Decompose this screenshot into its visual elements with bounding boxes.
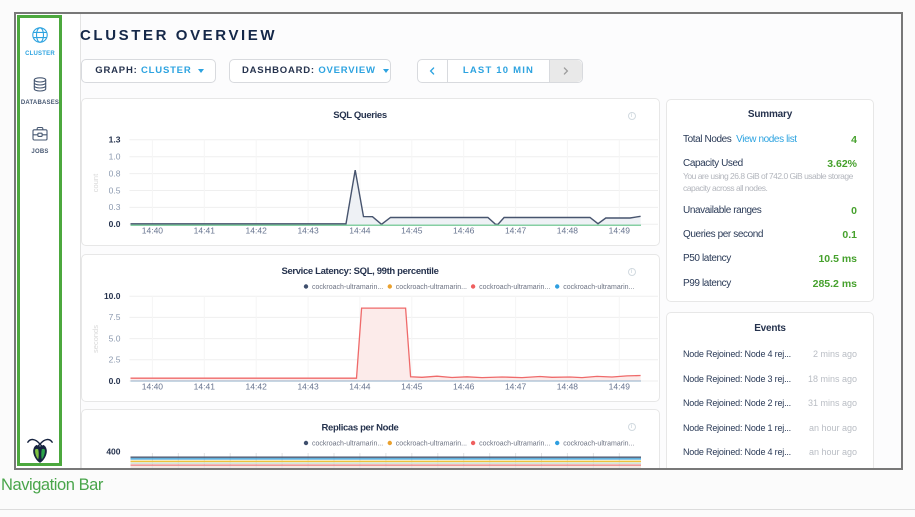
svg-text:cockroach-ultramarin...: cockroach-ultramarin...	[563, 441, 634, 448]
svg-text:0.5: 0.5	[109, 186, 121, 196]
svg-text:14:42: 14:42	[246, 226, 268, 236]
svg-text:Replicas per Node: Replicas per Node	[322, 423, 399, 434]
svg-text:1.0: 1.0	[109, 152, 121, 162]
svg-text:cockroach-ultramarin...: cockroach-ultramarin...	[396, 284, 467, 291]
svg-text:0.0: 0.0	[109, 376, 121, 386]
svg-text:400: 400	[106, 447, 120, 457]
svg-text:14:42: 14:42	[246, 382, 268, 392]
svg-text:cockroach-ultramarin...: cockroach-ultramarin...	[479, 284, 550, 291]
svg-text:10.0: 10.0	[104, 291, 121, 301]
svg-text:14:49: 14:49	[609, 382, 631, 392]
svg-text:0.8: 0.8	[109, 169, 121, 179]
svg-text:cockroach-ultramarin...: cockroach-ultramarin...	[563, 284, 634, 291]
svg-text:14:44: 14:44	[349, 226, 371, 236]
svg-text:5.0: 5.0	[109, 333, 121, 343]
svg-text:14:47: 14:47	[505, 226, 527, 236]
svg-text:14:40: 14:40	[142, 226, 164, 236]
svg-text:cockroach-ultramarin...: cockroach-ultramarin...	[312, 441, 383, 448]
svg-text:14:48: 14:48	[557, 226, 579, 236]
svg-text:14:40: 14:40	[142, 382, 164, 392]
svg-text:seconds: seconds	[91, 325, 100, 353]
svg-text:14:46: 14:46	[453, 226, 475, 236]
svg-text:14:43: 14:43	[297, 382, 319, 392]
svg-text:0.3: 0.3	[109, 202, 121, 212]
svg-text:2.5: 2.5	[109, 355, 121, 365]
svg-text:14:45: 14:45	[401, 226, 423, 236]
svg-text:7.5: 7.5	[109, 312, 121, 322]
svg-text:14:41: 14:41	[194, 382, 216, 392]
svg-text:1.3: 1.3	[109, 135, 121, 145]
svg-text:cockroach-ultramarin...: cockroach-ultramarin...	[479, 441, 550, 448]
svg-text:14:45: 14:45	[401, 382, 423, 392]
svg-text:SQL Queries: SQL Queries	[333, 110, 387, 121]
svg-text:count: count	[91, 173, 100, 192]
svg-text:14:44: 14:44	[349, 382, 371, 392]
svg-text:Service Latency: SQL, 99th per: Service Latency: SQL, 99th percentile	[281, 266, 438, 277]
svg-text:cockroach-ultramarin...: cockroach-ultramarin...	[312, 284, 383, 291]
svg-text:14:43: 14:43	[297, 226, 319, 236]
svg-text:cockroach-ultramarin...: cockroach-ultramarin...	[396, 441, 467, 448]
svg-text:14:47: 14:47	[505, 382, 527, 392]
svg-text:14:49: 14:49	[609, 226, 631, 236]
svg-text:14:46: 14:46	[453, 382, 475, 392]
svg-text:0.0: 0.0	[109, 219, 121, 229]
svg-text:14:41: 14:41	[194, 226, 216, 236]
svg-text:14:48: 14:48	[557, 382, 579, 392]
